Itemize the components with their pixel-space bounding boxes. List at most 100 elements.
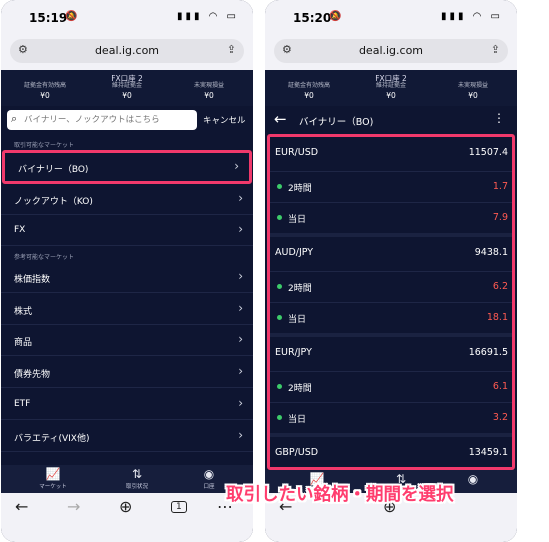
period-label: 2時間 xyxy=(288,384,312,394)
pair-row-gbpusd[interactable]: GBP/USD 13459.1 xyxy=(270,433,512,467)
mute-bell-icon: 🔕 xyxy=(329,11,342,22)
account-unrealized-pl: 未実現損益 ¥0 xyxy=(431,81,515,101)
period-value: 7.9 xyxy=(492,212,508,223)
list-item-label: ETF xyxy=(14,399,31,409)
status-time: 15:20 xyxy=(293,11,332,25)
account-col-label: 維持証拠金 xyxy=(375,82,406,89)
pair-value: 13459.1 xyxy=(468,447,508,458)
status-dot-icon xyxy=(277,215,282,220)
chevron-right-icon: › xyxy=(238,332,243,346)
url-field[interactable]: ⚙ deal.ig.com ⇪ xyxy=(274,39,508,63)
share-icon[interactable]: ⇪ xyxy=(491,43,500,56)
period-value: 3.2 xyxy=(492,412,508,423)
status-dot-icon xyxy=(277,415,282,420)
list-item-stock-index[interactable]: 株価指数 › xyxy=(1,262,253,293)
list-item-knockout[interactable]: ノックアウト（KO) › xyxy=(1,184,253,215)
pair-value: 16691.5 xyxy=(468,347,508,358)
share-icon[interactable]: ⇪ xyxy=(227,43,236,56)
account-col-value: ¥0 xyxy=(122,91,132,100)
account-col-value: ¥0 xyxy=(468,91,478,100)
search-row: ⌕ キャンセル xyxy=(1,106,253,132)
list-item-variety[interactable]: バラエティ(VIX他) › xyxy=(1,421,253,452)
period-row[interactable]: 当日 3.2 xyxy=(270,402,512,433)
left-phone-screen: 15:19 🔕 ▮▮▮ ◠ ▭ ⚙ deal.ig.com ⇪ FX口座 2 証… xyxy=(1,0,253,542)
pair-value: 9438.1 xyxy=(474,247,508,258)
period-value: 18.1 xyxy=(486,312,508,323)
status-dot-icon xyxy=(277,315,282,320)
chart-icon: 📈 xyxy=(45,467,61,481)
list-item-label: 株式 xyxy=(14,307,33,317)
binary-market-list: EUR/USD 11507.4 2時間 1.7 当日 7.9 AUD/JPY 9… xyxy=(267,134,515,470)
section-label-tradable: 取引可能なマーケット xyxy=(14,142,75,149)
period-value: 6.1 xyxy=(492,381,508,392)
list-item-fx[interactable]: FX › xyxy=(1,215,253,246)
cancel-button[interactable]: キャンセル xyxy=(203,114,246,126)
tabs-count-icon[interactable]: 1 xyxy=(171,501,187,513)
url-text: deal.ig.com xyxy=(358,44,424,57)
account-col-value: ¥0 xyxy=(40,91,50,100)
app-bar: ← バイナリー（BO) ⋮ xyxy=(265,106,517,134)
account-col-label: 維持証拠金 xyxy=(111,82,142,89)
search-input[interactable] xyxy=(24,112,194,128)
status-time: 15:19 xyxy=(29,11,68,25)
signal-wifi-battery-icon: ▮▮▮ ◠ ▭ xyxy=(176,11,239,22)
pair-row-eurjpy[interactable]: EUR/JPY 16691.5 xyxy=(270,333,512,367)
url-text: deal.ig.com xyxy=(94,44,160,57)
period-label: 当日 xyxy=(288,215,307,225)
period-row[interactable]: 2時間 6.1 xyxy=(270,371,512,402)
period-row[interactable]: 当日 18.1 xyxy=(270,302,512,333)
back-arrow-icon[interactable]: ← xyxy=(15,497,28,516)
list-item-binary[interactable]: バイナリー（BO) › xyxy=(2,150,252,184)
account-summary: FX口座 2 証拠金有効残高 ¥0 維持証拠金 ¥0 未実現損益 ¥0 xyxy=(265,70,517,106)
pair-name: EUR/USD xyxy=(275,147,319,158)
account-margin: 維持証拠金 ¥0 xyxy=(349,81,433,101)
account-col-value: ¥0 xyxy=(304,91,314,100)
account-balance: 証拠金有効残高 ¥0 xyxy=(267,81,351,101)
back-arrow-icon[interactable]: ← xyxy=(274,110,287,128)
forward-arrow-icon[interactable]: → xyxy=(67,497,80,516)
chevron-right-icon: › xyxy=(238,428,243,442)
url-field[interactable]: ⚙ deal.ig.com ⇪ xyxy=(10,39,244,63)
list-item-etf[interactable]: ETF › xyxy=(1,389,253,420)
list-item-stocks[interactable]: 株式 › xyxy=(1,294,253,325)
chevron-right-icon: › xyxy=(238,222,243,236)
period-label: 当日 xyxy=(288,415,307,425)
account-margin: 維持証拠金 ¥0 xyxy=(85,81,169,101)
account-balance: 証拠金有効残高 ¥0 xyxy=(3,81,87,101)
nav-tab-market[interactable]: 📈 マーケット xyxy=(23,467,83,490)
period-label: 2時間 xyxy=(288,284,312,294)
status-dot-icon xyxy=(277,184,282,189)
period-value: 1.7 xyxy=(492,181,508,192)
account-col-label: 証拠金有効残高 xyxy=(287,82,330,89)
account-col-label: 証拠金有効残高 xyxy=(23,82,66,89)
pair-name: EUR/JPY xyxy=(275,347,312,358)
status-bar: 15:20 🔕 ▮▮▮ ◠ ▭ xyxy=(265,0,517,34)
more-vertical-icon[interactable]: ⋮ xyxy=(493,111,505,125)
list-item-label: 商品 xyxy=(14,338,33,348)
list-item-label: 債券先物 xyxy=(14,370,51,380)
browser-toolbar: ← → ⊕ 1 ⋯ xyxy=(1,493,253,542)
list-item-bond-futures[interactable]: 債券先物 › xyxy=(1,357,253,388)
status-dot-icon xyxy=(277,384,282,389)
list-item-label: 株価指数 xyxy=(14,275,51,285)
period-row[interactable]: 2時間 6.2 xyxy=(270,271,512,302)
pair-row-eurusd[interactable]: EUR/USD 11507.4 xyxy=(270,137,512,171)
nav-tab-label: マーケット xyxy=(39,484,67,490)
browser-url-bar: ⚙ deal.ig.com ⇪ xyxy=(1,34,253,70)
pair-row-audjpy[interactable]: AUD/JPY 9438.1 xyxy=(270,233,512,267)
signal-wifi-battery-icon: ▮▮▮ ◠ ▭ xyxy=(440,11,503,22)
list-item-commodities[interactable]: 商品 › xyxy=(1,325,253,356)
search-box[interactable]: ⌕ xyxy=(7,110,197,130)
section-label-reference: 参考可能なマーケット xyxy=(14,254,75,261)
pair-name: GBP/USD xyxy=(275,447,319,458)
nav-tab-positions[interactable]: ⇅ 取引状況 xyxy=(107,467,167,490)
user-icon: ◉ xyxy=(203,467,215,481)
chevron-right-icon: › xyxy=(238,191,243,205)
search-icon: ⌕ xyxy=(11,112,18,125)
new-tab-plus-icon[interactable]: ⊕ xyxy=(119,497,132,516)
period-row[interactable]: 当日 7.9 xyxy=(270,202,512,233)
list-item-label: バラエティ(VIX他) xyxy=(14,434,90,444)
period-label: 2時間 xyxy=(288,184,312,194)
list-item-label: バイナリー（BO) xyxy=(18,165,89,175)
period-row[interactable]: 2時間 1.7 xyxy=(270,171,512,202)
